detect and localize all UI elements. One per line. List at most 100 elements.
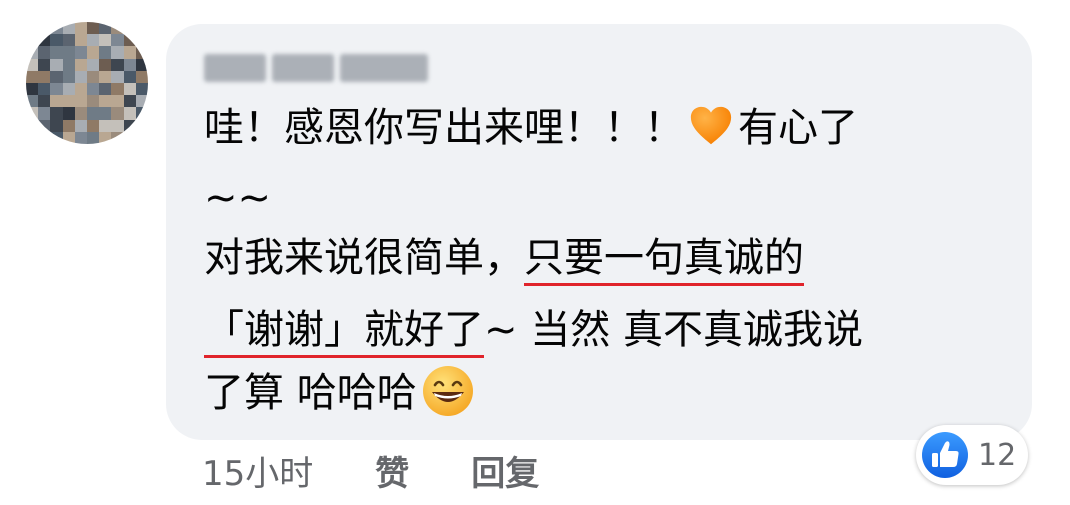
avatar-pixel bbox=[111, 58, 124, 71]
avatar-pixel bbox=[38, 46, 51, 59]
avatar-pixel bbox=[86, 34, 100, 47]
avatar-pixel bbox=[99, 22, 112, 35]
avatar-pixel bbox=[74, 34, 87, 47]
avatar-pixel bbox=[50, 119, 63, 132]
avatar-pixel bbox=[62, 107, 75, 120]
avatar-pixel bbox=[50, 131, 63, 144]
avatar-pixel bbox=[86, 22, 100, 35]
avatar-pixel bbox=[74, 58, 87, 71]
avatar-pixel bbox=[74, 82, 87, 96]
avatar-pixel bbox=[38, 34, 51, 47]
avatar-pixel bbox=[123, 131, 136, 144]
avatar-pixel bbox=[26, 131, 39, 144]
comment-line-3: 对我来说很简单，只要一句真诚的 bbox=[204, 230, 804, 286]
avatar-pixel bbox=[86, 58, 100, 71]
comment-bubble: 哇！感恩你写出来哩！！！ 有心了 ~~ 对我来说很简单，只要一句真诚的 「谢谢」… bbox=[166, 24, 1032, 440]
avatar-pixel bbox=[62, 58, 75, 71]
avatar-pixel bbox=[99, 70, 112, 83]
avatar-pixel bbox=[123, 22, 136, 35]
avatar-pixel bbox=[135, 82, 148, 96]
avatar-pixel bbox=[111, 119, 124, 132]
underlined-phrase-1: 只要一句真诚的 bbox=[524, 235, 804, 286]
avatar-pixel bbox=[74, 95, 87, 108]
avatar-pixel bbox=[111, 22, 124, 35]
reaction-summary[interactable]: 12 bbox=[916, 425, 1028, 485]
avatar-pixel bbox=[99, 82, 112, 96]
avatar-pixel bbox=[135, 95, 148, 108]
avatar-pixel bbox=[74, 131, 87, 144]
avatar-pixel bbox=[111, 82, 124, 96]
avatar-pixel bbox=[26, 34, 39, 47]
author-name-redacted[interactable] bbox=[204, 48, 428, 88]
avatar-pixel bbox=[111, 131, 124, 144]
avatar-pixel bbox=[26, 95, 39, 108]
avatar[interactable] bbox=[26, 22, 148, 144]
avatar-pixel bbox=[86, 82, 100, 96]
reply-button[interactable]: 回复 bbox=[471, 446, 539, 495]
avatar-pixel bbox=[50, 70, 63, 83]
avatar-pixel bbox=[135, 119, 148, 132]
avatar-pixel bbox=[26, 58, 39, 71]
comment-line-4: 「谢谢」就好了~ 当然 真不真诚我说 bbox=[204, 302, 863, 358]
avatar-pixel bbox=[38, 119, 51, 132]
avatar-pixel bbox=[26, 107, 39, 120]
avatar-pixel bbox=[135, 107, 148, 120]
comment-text-4: ~ 当然 真不真诚我说 bbox=[484, 307, 863, 353]
avatar-pixel bbox=[123, 82, 136, 96]
avatar-pixel bbox=[99, 46, 112, 59]
avatar-pixel bbox=[26, 46, 39, 59]
avatar-pixel bbox=[38, 22, 51, 35]
avatar-pixel bbox=[62, 82, 75, 96]
avatar-pixel bbox=[123, 34, 136, 47]
avatar-pixel bbox=[26, 70, 39, 83]
avatar-pixel bbox=[111, 46, 124, 59]
avatar-pixel bbox=[38, 82, 51, 96]
thumbs-up-icon bbox=[922, 432, 968, 478]
avatar-pixel bbox=[135, 58, 148, 71]
avatar-pixel bbox=[86, 95, 100, 108]
avatar-pixel bbox=[50, 107, 63, 120]
avatar-pixel bbox=[50, 34, 63, 47]
comment-text-1b: 有心了 bbox=[738, 105, 858, 151]
avatar-pixel bbox=[62, 131, 75, 144]
avatar-pixel bbox=[50, 95, 63, 108]
avatar-pixel bbox=[62, 46, 75, 59]
comment-text-1: 哇！感恩你写出来哩！！！ bbox=[204, 105, 684, 151]
avatar-pixel bbox=[50, 46, 63, 59]
avatar-pixel bbox=[26, 22, 39, 35]
avatar-pixel bbox=[86, 119, 100, 132]
avatar-pixel bbox=[26, 82, 39, 96]
avatar-pixel bbox=[111, 34, 124, 47]
avatar-pixel bbox=[38, 107, 51, 120]
like-button[interactable]: 赞 bbox=[375, 446, 409, 495]
avatar-pixel bbox=[86, 70, 100, 83]
avatar-pixel bbox=[123, 58, 136, 71]
avatar-pixel bbox=[74, 46, 87, 59]
avatar-pixel bbox=[99, 58, 112, 71]
avatar-pixel bbox=[123, 70, 136, 83]
avatar-pixel bbox=[135, 46, 148, 59]
avatar-pixel bbox=[38, 70, 51, 83]
avatar-pixel bbox=[135, 22, 148, 35]
avatar-pixel bbox=[74, 107, 87, 120]
avatar-pixel bbox=[62, 95, 75, 108]
avatar-pixel bbox=[99, 34, 112, 47]
avatar-pixel bbox=[50, 82, 63, 96]
comment-text-5: 了算 哈哈哈 bbox=[204, 370, 417, 416]
avatar-pixel bbox=[135, 70, 148, 83]
avatar-pixel bbox=[62, 34, 75, 47]
avatar-pixel bbox=[86, 131, 100, 144]
timestamp[interactable]: 15小时 bbox=[202, 446, 313, 495]
avatar-pixel bbox=[74, 70, 87, 83]
avatar-pixel bbox=[74, 119, 87, 132]
avatar-pixel bbox=[62, 22, 75, 35]
avatar-pixel bbox=[38, 95, 51, 108]
avatar-pixel bbox=[38, 58, 51, 71]
avatar-pixel bbox=[135, 34, 148, 47]
avatar-pixel bbox=[111, 70, 124, 83]
avatar-pixel bbox=[50, 22, 63, 35]
comment-actions: 15小时 赞 回复 bbox=[202, 446, 601, 495]
avatar-pixel bbox=[86, 46, 100, 59]
avatar-pixel bbox=[38, 131, 51, 144]
avatar-pixel bbox=[62, 70, 75, 83]
